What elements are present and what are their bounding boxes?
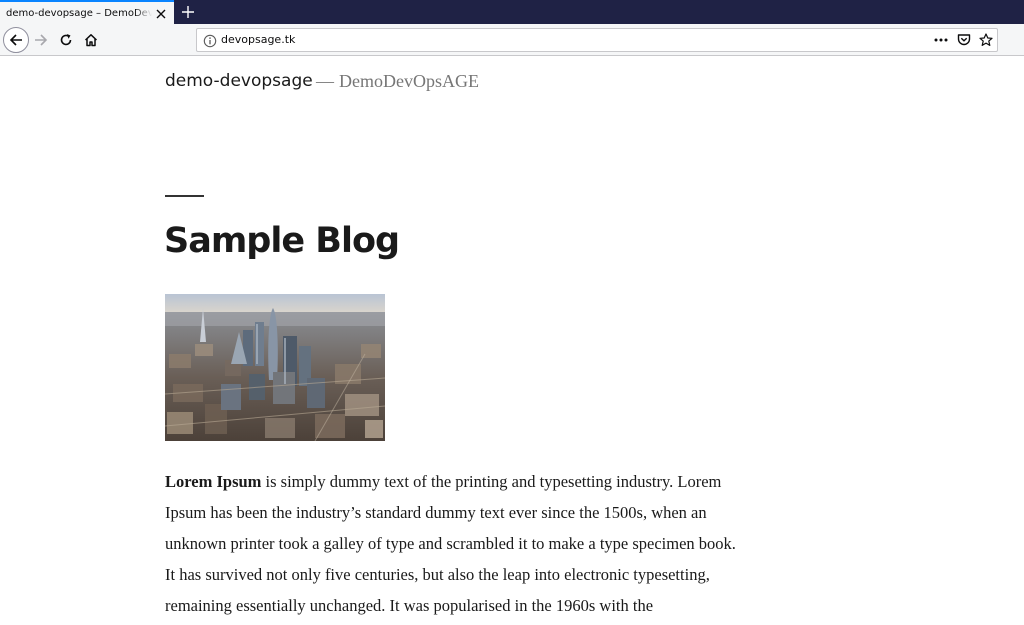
arrow-right-icon[interactable] xyxy=(29,28,53,52)
reload-icon[interactable] xyxy=(54,28,78,52)
site-title-link[interactable]: demo-devopsage xyxy=(165,69,313,93)
close-icon[interactable] xyxy=(154,7,168,21)
pocket-icon[interactable] xyxy=(956,32,972,48)
home-icon[interactable] xyxy=(79,28,103,52)
post-body-text: is simply dummy text of the printing and… xyxy=(165,472,736,615)
post-title: Sample Blog xyxy=(164,221,400,261)
more-horizontal-icon[interactable] xyxy=(933,32,949,48)
plus-icon[interactable] xyxy=(179,3,197,21)
tab-title: demo-devopsage – DemoDevOpsAGE xyxy=(6,8,152,19)
site-description: DemoDevOpsAGE xyxy=(339,71,479,91)
tab-active[interactable]: demo-devopsage – DemoDevOpsAGE xyxy=(0,0,174,24)
post-featured-image xyxy=(165,294,385,441)
post-body-bold: Lorem Ipsum xyxy=(165,472,262,491)
title-divider xyxy=(165,195,204,197)
url-text[interactable]: devopsage.tk xyxy=(221,29,295,51)
tab-strip: demo-devopsage – DemoDevOpsAGE xyxy=(0,0,1024,24)
aerial-city-skyline-image xyxy=(165,294,385,441)
navigation-toolbar: devopsage.tk xyxy=(0,24,1024,56)
info-icon[interactable] xyxy=(203,33,217,48)
post-body-paragraph: Lorem Ipsum is simply dummy text of the … xyxy=(165,466,750,621)
arrow-left-icon[interactable] xyxy=(3,27,29,53)
url-bar[interactable]: devopsage.tk xyxy=(196,28,998,52)
site-title-separator: — xyxy=(316,71,334,91)
star-icon[interactable] xyxy=(978,32,994,48)
